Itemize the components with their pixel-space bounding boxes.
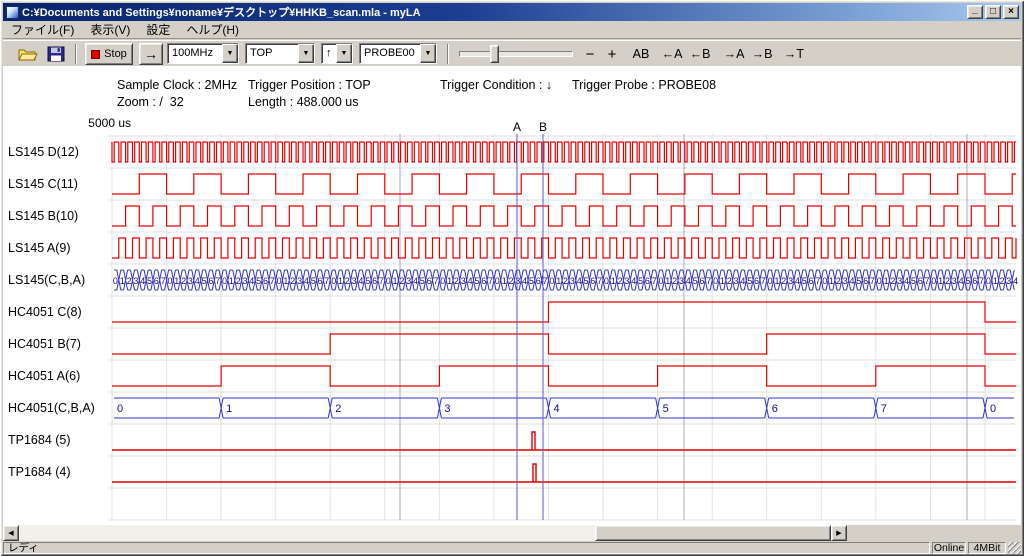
goto-a-left-button[interactable]: ←A (659, 43, 685, 65)
memory-status: 4MBit (968, 542, 1006, 554)
probe-select[interactable]: PROBE00 ▼ (359, 43, 437, 64)
toolbar-separator (75, 44, 77, 64)
run-arrow-icon: → (144, 46, 158, 62)
menu-item-settings[interactable]: 設定 (138, 20, 178, 39)
sample-clock-value: 100MHz (168, 44, 222, 63)
menu-item-file[interactable]: ファイル(F) (3, 20, 82, 39)
position-slider[interactable] (459, 51, 573, 57)
folder-open-icon (18, 46, 38, 62)
scrollbar-thumb[interactable] (595, 525, 831, 541)
stop-button[interactable]: Stop (85, 43, 133, 65)
close-button[interactable]: × (1003, 5, 1019, 19)
trigger-edge-select[interactable]: ↑ ▼ (321, 43, 353, 64)
app-icon (6, 6, 19, 19)
sample-clock-select[interactable]: 100MHz ▼ (167, 43, 239, 64)
chevron-down-icon[interactable]: ▼ (336, 44, 352, 63)
minimize-button[interactable]: _ (967, 5, 983, 19)
menu-item-help[interactable]: ヘルプ(H) (178, 20, 247, 39)
length-info: Length : 488.000 us (248, 95, 359, 109)
scroll-left-icon: ◀ (8, 529, 13, 537)
zoom-info: Zoom : / 32 (117, 95, 184, 109)
goto-a-right-button[interactable]: →A (721, 43, 747, 65)
chevron-down-icon[interactable]: ▼ (298, 44, 314, 63)
resize-grip[interactable] (1008, 542, 1021, 554)
menu-item-view[interactable]: 表示(V) (82, 20, 138, 39)
stop-label: Stop (104, 48, 127, 60)
titlebar[interactable]: C:¥Documents and Settings¥noname¥デスクトップ¥… (3, 3, 1021, 21)
trigger-position-value: TOP (246, 44, 298, 63)
toolbar-separator (447, 44, 449, 64)
zoom-out-button[interactable]: − (581, 43, 599, 65)
trigger-edge-value: ↑ (322, 44, 336, 63)
ab-cursors-button[interactable]: AB (627, 43, 655, 65)
goto-b-left-button[interactable]: ←B (687, 43, 713, 65)
sample-clock-info: Sample Clock : 2MHz (117, 78, 237, 92)
trigger-condition-info: Trigger Condition : ↓ (440, 78, 552, 92)
goto-b-right-button[interactable]: →B (749, 43, 775, 65)
trigger-probe-info: Trigger Probe : PROBE08 (572, 78, 716, 92)
horizontal-scrollbar[interactable]: ◀ ▶ (3, 525, 847, 541)
status-message: レディ (3, 542, 930, 554)
statusbar: レディ Online 4MBit (3, 542, 1021, 554)
trigger-position-info: Trigger Position : TOP (248, 78, 371, 92)
waveform-panel (3, 66, 1021, 525)
open-button[interactable] (15, 43, 41, 65)
zoom-in-button[interactable]: + (603, 43, 621, 65)
window-title: C:¥Documents and Settings¥noname¥デスクトップ¥… (22, 4, 965, 20)
stop-icon (91, 50, 100, 59)
goto-trigger-button[interactable]: →T (781, 43, 807, 65)
run-button[interactable]: → (139, 43, 163, 65)
scroll-right-icon: ▶ (836, 529, 841, 537)
trigger-position-select[interactable]: TOP ▼ (245, 43, 315, 64)
save-button[interactable] (43, 43, 69, 65)
online-status: Online (932, 542, 966, 554)
menubar: ファイル(F) 表示(V) 設定 ヘルプ(H) (3, 21, 1021, 39)
scroll-right-button[interactable]: ▶ (831, 525, 847, 541)
maximize-button[interactable]: □ (985, 5, 1001, 19)
slider-thumb[interactable] (490, 45, 499, 63)
chevron-down-icon[interactable]: ▼ (222, 44, 238, 63)
toolbar: Stop → 100MHz ▼ TOP ▼ ↑ ▼ PROBE00 ▼ − + … (3, 40, 1021, 66)
scroll-left-button[interactable]: ◀ (3, 525, 19, 541)
floppy-save-icon (47, 46, 65, 62)
chevron-down-icon[interactable]: ▼ (420, 44, 436, 63)
app-window: C:¥Documents and Settings¥noname¥デスクトップ¥… (0, 0, 1024, 556)
probe-value: PROBE00 (360, 44, 420, 63)
